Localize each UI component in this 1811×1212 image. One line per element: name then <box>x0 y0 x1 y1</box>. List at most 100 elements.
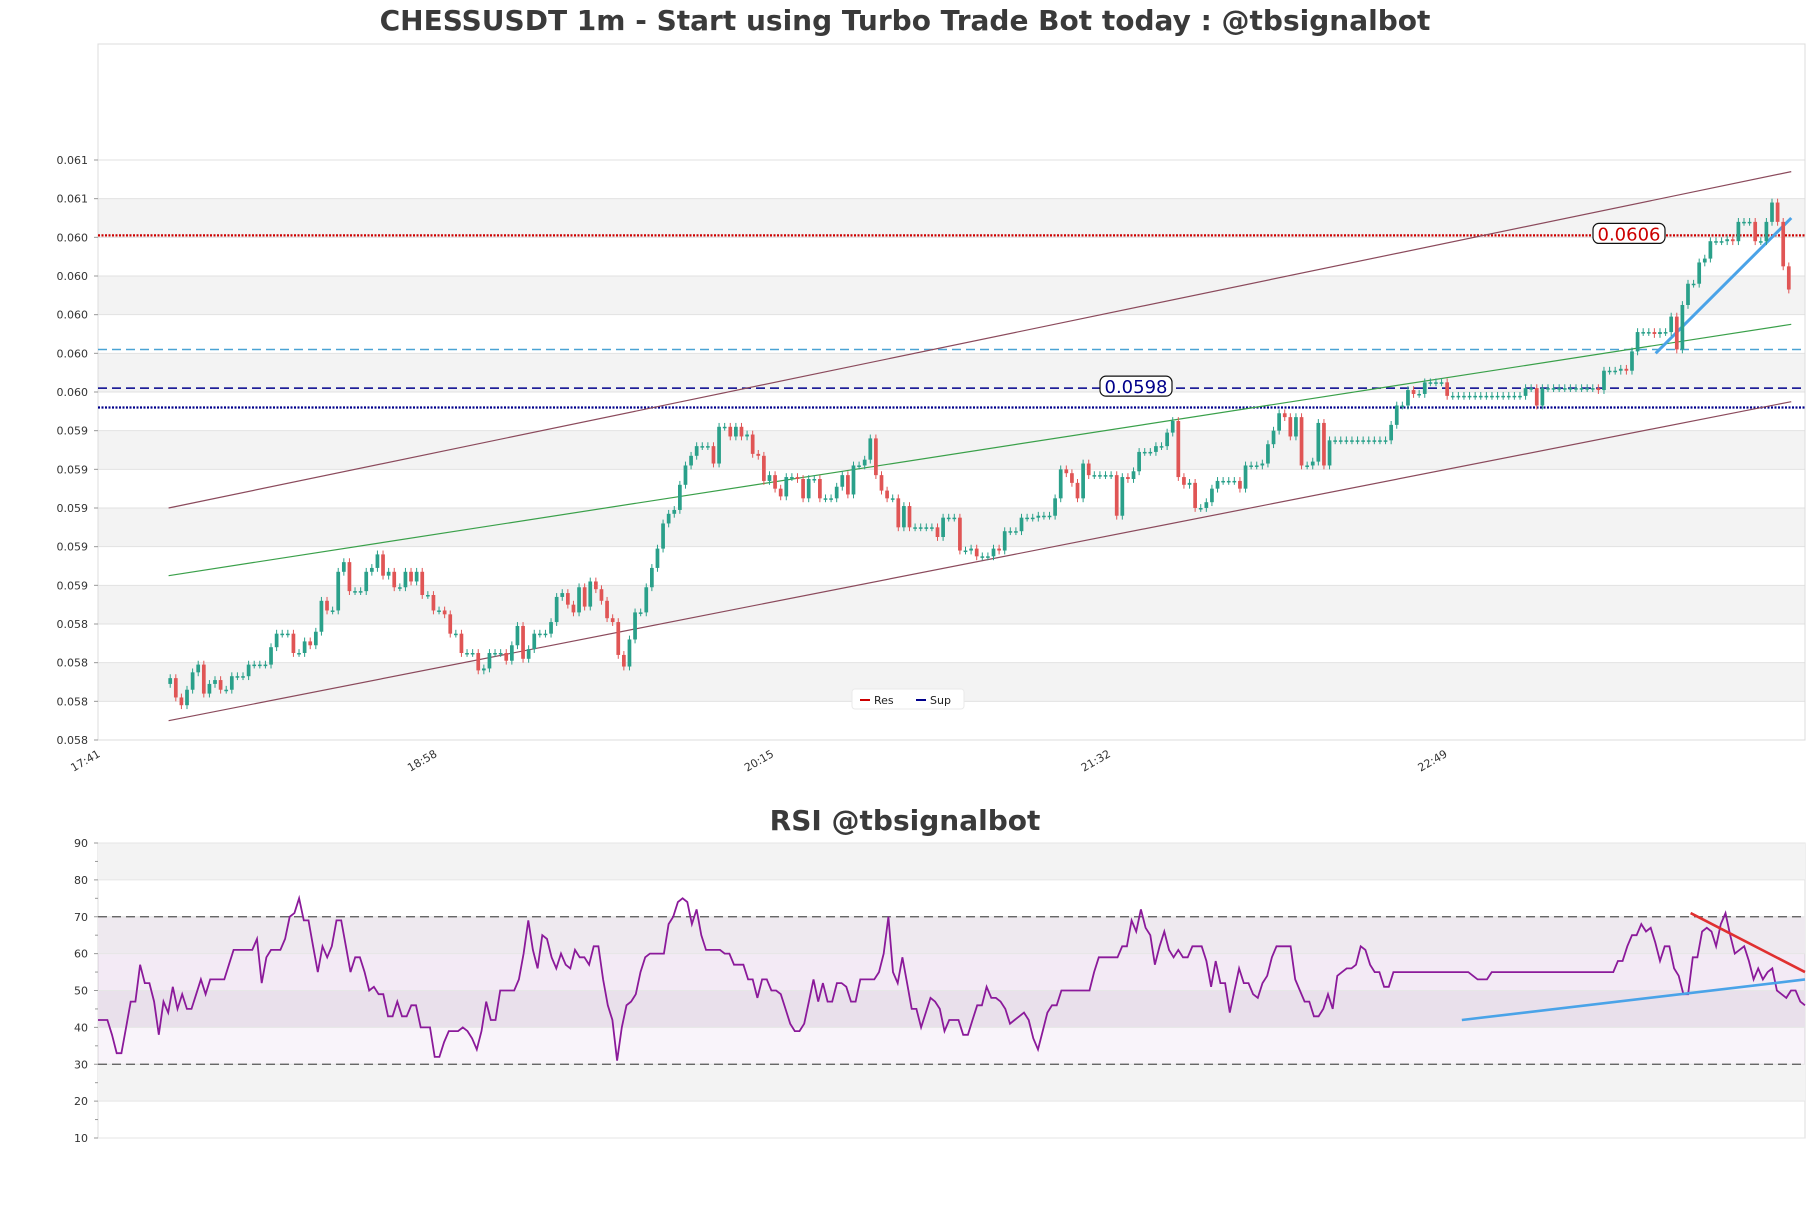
rsi-y-tick-label: 80 <box>74 874 88 887</box>
candle-body <box>885 490 889 499</box>
rsi-background-bands <box>97 842 1806 1139</box>
candle-body <box>1030 517 1035 520</box>
candle-body <box>1193 482 1197 508</box>
candle-body <box>756 453 761 456</box>
candle-body <box>297 653 301 655</box>
candle-body <box>1478 395 1483 398</box>
candle-body <box>465 653 469 655</box>
candle-body <box>381 554 385 576</box>
candle-body <box>252 664 257 667</box>
candle-body <box>487 653 492 669</box>
candle-body <box>1557 388 1562 390</box>
candle-body <box>1070 473 1074 483</box>
candle-body <box>358 591 363 593</box>
candle-body <box>913 527 917 529</box>
candle-body <box>1075 482 1080 499</box>
candle-body <box>364 571 369 592</box>
candle-body <box>739 426 744 437</box>
candle-body <box>336 571 341 611</box>
candle-body <box>1680 305 1685 350</box>
candle-body <box>1736 221 1741 242</box>
candle-body <box>353 591 357 593</box>
candle-body <box>425 595 430 597</box>
candle-body <box>498 653 503 655</box>
candle-body <box>196 664 201 673</box>
candle-body <box>537 633 542 636</box>
candle-body <box>1288 417 1293 437</box>
price-y-tick-label: 0.060 <box>57 270 89 283</box>
candle-body <box>834 486 839 499</box>
candle-body <box>1389 424 1394 441</box>
candle-body <box>1198 508 1203 510</box>
candle-body <box>459 633 464 653</box>
candle-body <box>1630 351 1634 371</box>
candle-body <box>1775 202 1780 222</box>
candle-body <box>840 475 845 487</box>
candle-body <box>1372 440 1377 442</box>
candle-body <box>1221 480 1225 483</box>
candle-body <box>1260 463 1265 466</box>
candle-body <box>896 498 901 528</box>
candle-body <box>1086 463 1091 476</box>
candle-body <box>1126 477 1130 479</box>
candle-body <box>173 678 178 698</box>
candle-body <box>1383 440 1388 442</box>
candle-body <box>375 554 380 568</box>
candle-body <box>1204 502 1209 508</box>
candle-body <box>918 527 923 529</box>
candle-body <box>420 571 425 595</box>
candle-body <box>168 678 173 684</box>
candle-body <box>554 596 559 623</box>
price-y-tick-label: 0.060 <box>57 309 89 322</box>
candle-body <box>481 668 486 671</box>
candle-body <box>1120 477 1125 516</box>
candle-body <box>986 556 990 558</box>
candle-body <box>1686 283 1690 305</box>
candle-body <box>627 639 632 667</box>
candle-body <box>1770 202 1774 222</box>
price-y-tick-label: 0.061 <box>57 193 89 206</box>
candle-body <box>784 477 789 497</box>
candle-body <box>1534 388 1539 406</box>
candle-body <box>1725 239 1730 242</box>
candle-body <box>818 479 822 499</box>
candle-body <box>890 498 895 500</box>
candle-body <box>319 600 324 632</box>
candle-body <box>1131 471 1136 479</box>
candle-body <box>1529 388 1534 390</box>
candle-body <box>1618 368 1623 371</box>
price-chart-title: CHESSUSDT 1m - Start using Turbo Trade B… <box>380 4 1431 37</box>
candle-body <box>235 676 240 678</box>
candle-body <box>1394 405 1399 425</box>
candle-body <box>1238 480 1242 489</box>
candle-body <box>1310 461 1315 466</box>
candle-body <box>1641 332 1646 334</box>
candle-body <box>1025 517 1029 520</box>
candle-body <box>1417 393 1422 396</box>
candle-body <box>1142 451 1147 454</box>
candle-body <box>1501 395 1506 398</box>
candle-body <box>1439 382 1444 384</box>
price-y-tick-label: 0.059 <box>57 579 89 592</box>
candle-body <box>403 571 408 588</box>
candle-body <box>1747 221 1752 224</box>
price-y-tick-label: 0.059 <box>57 463 89 476</box>
candle-body <box>269 647 273 665</box>
candle-body <box>1019 517 1024 532</box>
candle-body <box>1434 382 1438 384</box>
candle-body <box>1165 432 1169 447</box>
candle-body <box>1658 332 1662 334</box>
candle-body <box>728 426 733 437</box>
candle-body <box>1047 515 1052 518</box>
candle-body <box>392 571 397 588</box>
candle-body <box>683 465 688 485</box>
level-label-Res: 0.0606 <box>1598 224 1661 245</box>
candle-body <box>823 498 828 500</box>
candle-body <box>1602 370 1606 391</box>
candle-body <box>1523 388 1528 396</box>
candle-body <box>1400 405 1405 408</box>
candle-body <box>1271 430 1276 445</box>
candle-body <box>689 455 693 466</box>
candle-body <box>1182 477 1186 485</box>
candle-body <box>347 562 352 592</box>
